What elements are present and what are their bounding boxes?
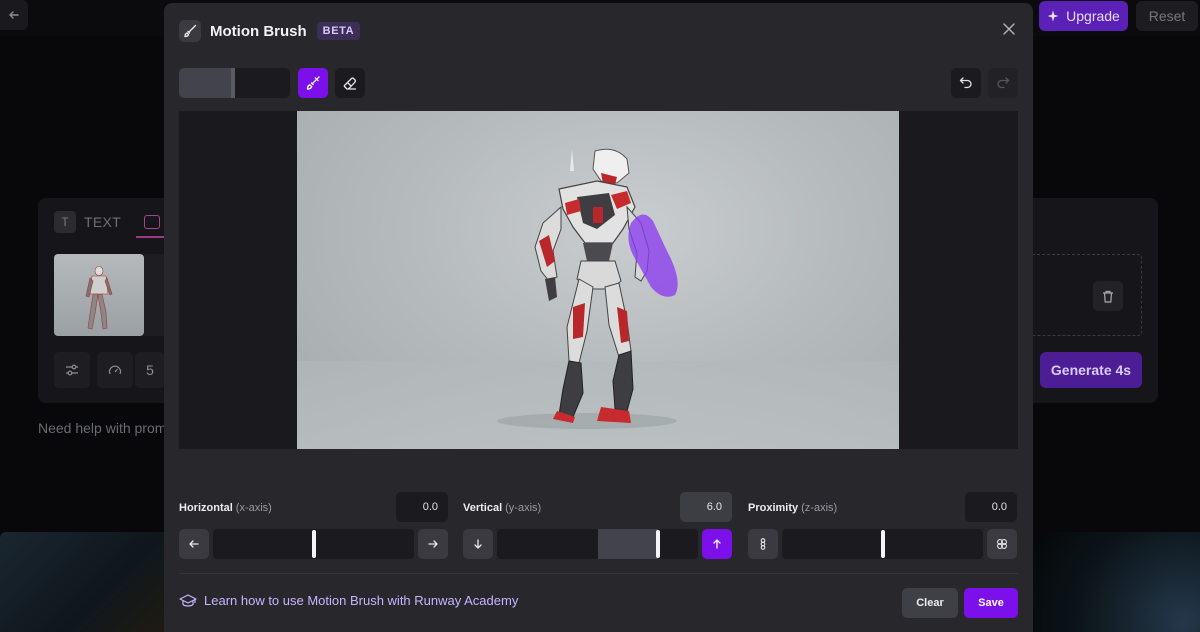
gallery-thumb-left[interactable] xyxy=(0,532,164,632)
axis-value-input[interactable]: 0.0 xyxy=(396,492,448,522)
delete-button[interactable] xyxy=(1093,281,1123,311)
axis-slider[interactable] xyxy=(213,529,414,559)
graduation-cap-icon xyxy=(179,593,197,607)
arrow-down-icon xyxy=(474,539,482,549)
duration-value[interactable]: 5 xyxy=(135,352,165,388)
help-text: Need help with promp xyxy=(38,420,175,436)
arrow-left-icon xyxy=(189,540,199,548)
axis-decrease-button[interactable] xyxy=(748,529,778,559)
proximity-near-icon xyxy=(997,539,1007,549)
save-label: Save xyxy=(978,597,1004,609)
footer-divider xyxy=(179,573,1018,574)
academy-link[interactable]: Learn how to use Motion Brush with Runwa… xyxy=(179,593,518,608)
axis-value-input[interactable]: 0.0 xyxy=(965,492,1017,522)
save-button[interactable]: Save xyxy=(964,588,1018,618)
tab-text[interactable]: TEXT xyxy=(84,214,121,230)
axis-slider[interactable] xyxy=(497,529,698,559)
axis-decrease-button[interactable] xyxy=(463,529,493,559)
back-button[interactable] xyxy=(0,0,28,30)
axis-slider-handle[interactable] xyxy=(880,530,885,558)
eraser-icon xyxy=(343,77,357,90)
gauge-icon xyxy=(108,365,122,375)
settings-button[interactable] xyxy=(54,352,90,388)
undo-button[interactable] xyxy=(951,68,981,98)
axis-increase-button[interactable] xyxy=(702,529,732,559)
brush-size-slider[interactable] xyxy=(179,68,290,98)
axis-label: Vertical (y-axis) xyxy=(463,502,541,514)
axis-increase-button[interactable] xyxy=(987,529,1017,559)
axis-control-proximity: Proximity (z-axis) 0.0 xyxy=(748,492,1017,560)
reset-label: Reset xyxy=(1148,8,1186,24)
image-thumbnail[interactable] xyxy=(54,254,144,336)
close-button[interactable] xyxy=(1000,20,1018,38)
motion-brush-modal: Motion Brush BETA Horizontal (x-axis) 0.… xyxy=(164,3,1033,632)
robot-thumbnail-image xyxy=(85,266,113,330)
axis-label-sub: (y-axis) xyxy=(505,502,542,514)
arrow-left-icon xyxy=(9,11,19,19)
arrow-right-icon xyxy=(428,540,438,548)
axis-increase-button[interactable] xyxy=(418,529,448,559)
clear-button[interactable]: Clear xyxy=(902,588,958,618)
redo-icon xyxy=(997,77,1010,89)
brush-icon xyxy=(184,24,197,38)
arrow-up-icon xyxy=(713,539,721,549)
motion-brush-logo xyxy=(179,20,201,42)
axis-label-text: Horizontal xyxy=(179,502,233,514)
sparkle-icon xyxy=(1047,10,1059,21)
paint-canvas[interactable] xyxy=(179,111,1018,449)
axis-slider-fill xyxy=(597,529,658,559)
reset-button[interactable]: Reset xyxy=(1136,1,1198,31)
speed-button[interactable] xyxy=(97,352,133,388)
axis-label-text: Proximity xyxy=(748,502,799,514)
tab-image[interactable] xyxy=(136,210,164,238)
axis-decrease-button[interactable] xyxy=(179,529,209,559)
clear-label: Clear xyxy=(916,597,944,609)
axis-control-horizontal: Horizontal (x-axis) 0.0 xyxy=(179,492,448,560)
axis-slider[interactable] xyxy=(782,529,983,559)
axis-label-sub: (x-axis) xyxy=(235,502,272,514)
axis-value-input[interactable]: 6.0 xyxy=(680,492,732,522)
dropzone-edge xyxy=(1032,254,1142,336)
axis-slider-handle[interactable] xyxy=(311,530,316,558)
close-icon xyxy=(1003,23,1015,35)
eraser-tool-button[interactable] xyxy=(335,68,365,98)
text-tab-icon: T xyxy=(54,211,76,233)
axis-label: Proximity (z-axis) xyxy=(748,502,837,514)
academy-link-text[interactable]: Learn how to use Motion Brush with Runwa… xyxy=(204,593,518,608)
brush-icon xyxy=(306,76,320,90)
robot-image xyxy=(297,148,899,449)
upgrade-label: Upgrade xyxy=(1066,8,1120,24)
brush-size-handle[interactable] xyxy=(231,68,235,98)
modal-header: Motion Brush BETA xyxy=(179,17,361,45)
modal-title: Motion Brush xyxy=(210,22,307,40)
undo-icon xyxy=(959,77,972,89)
upload-strip xyxy=(144,254,164,336)
proximity-far-icon xyxy=(760,538,766,550)
upgrade-button[interactable]: Upgrade xyxy=(1039,1,1128,31)
source-image xyxy=(297,111,899,449)
gallery-thumb-right[interactable] xyxy=(1032,532,1200,632)
axis-slider-handle[interactable] xyxy=(655,530,660,558)
axis-label-sub: (z-axis) xyxy=(801,502,838,514)
brush-tool-button[interactable] xyxy=(298,68,328,98)
beta-badge: BETA xyxy=(316,22,361,40)
axis-label: Horizontal (x-axis) xyxy=(179,502,272,514)
sliders-icon xyxy=(66,364,78,376)
axis-control-vertical: Vertical (y-axis) 6.0 xyxy=(463,492,732,560)
redo-button[interactable] xyxy=(988,68,1018,98)
generate-button[interactable]: Generate 4s xyxy=(1040,352,1142,388)
image-icon xyxy=(144,215,160,229)
trash-icon xyxy=(1103,290,1113,303)
brush-size-fill xyxy=(179,68,235,98)
axis-label-text: Vertical xyxy=(463,502,503,514)
